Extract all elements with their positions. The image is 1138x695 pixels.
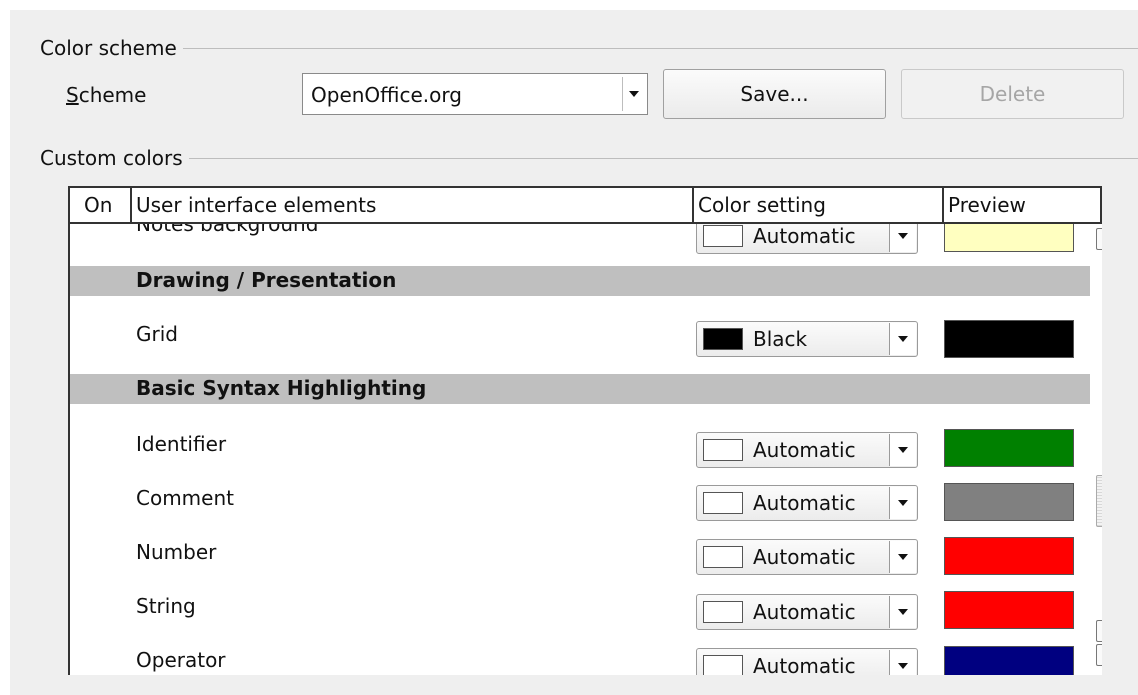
color-scheme-group-title: Color scheme [40, 36, 183, 60]
color-dropdown-button[interactable] [889, 434, 916, 466]
color-swatch [703, 225, 743, 247]
color-dropdown-button[interactable] [889, 541, 916, 573]
color-setting-operator[interactable]: Automatic [696, 648, 918, 675]
column-header-ui-elements[interactable]: User interface elements [132, 188, 694, 222]
color-setting-grid[interactable]: Black [696, 321, 918, 357]
color-setting-comment[interactable]: Automatic [696, 485, 918, 521]
save-button[interactable]: Save... [663, 69, 886, 119]
chevron-down-icon [898, 500, 908, 506]
scroll-up-button[interactable] [1096, 228, 1102, 250]
chevron-down-icon [898, 663, 908, 669]
chevron-down-icon [898, 233, 908, 239]
row-label-identifier: Identifier [136, 432, 227, 456]
scroll-down-button[interactable] [1096, 644, 1102, 666]
color-setting-identifier[interactable]: Automatic [696, 432, 918, 468]
chevron-down-icon [898, 336, 908, 342]
section-title: Drawing / Presentation [136, 268, 397, 292]
chevron-down-icon [898, 554, 908, 560]
color-swatch [703, 546, 743, 568]
preview-string [944, 591, 1074, 629]
column-header-preview[interactable]: Preview [944, 188, 1102, 222]
preview-comment [944, 483, 1074, 521]
column-header-color-setting[interactable]: Color setting [694, 188, 944, 222]
color-swatch [703, 328, 743, 350]
custom-colors-rows: Notes background Automatic Drawing / Pre… [70, 186, 1090, 675]
color-dropdown-button[interactable] [889, 323, 916, 355]
row-label-comment: Comment [136, 486, 234, 510]
color-dropdown-button[interactable] [889, 596, 916, 628]
preview-grid [944, 320, 1074, 358]
table-header: On User interface elements Color setting… [70, 186, 1102, 224]
chevron-down-icon [898, 447, 908, 453]
color-dropdown-button[interactable] [889, 487, 916, 519]
color-dropdown-button[interactable] [889, 650, 916, 675]
color-scheme-separator [40, 48, 1138, 49]
row-label-string: String [136, 594, 196, 618]
section-title: Basic Syntax Highlighting [136, 376, 427, 400]
preview-number [944, 537, 1074, 575]
custom-colors-table: Notes background Automatic Drawing / Pre… [68, 186, 1102, 675]
color-swatch [703, 601, 743, 623]
custom-colors-separator [40, 158, 1138, 159]
color-setting-value: Automatic [753, 600, 856, 624]
section-basic-syntax-highlighting: Basic Syntax Highlighting [70, 374, 1090, 404]
chevron-down-icon [898, 609, 908, 615]
delete-button-label: Delete [979, 82, 1046, 106]
color-swatch [703, 655, 743, 675]
scheme-label-text: cheme [78, 83, 147, 107]
scheme-label: Scheme [66, 83, 147, 107]
scrollbar-thumb[interactable] [1096, 475, 1102, 527]
color-setting-value: Automatic [753, 224, 856, 248]
color-setting-number[interactable]: Automatic [696, 539, 918, 575]
section-drawing-presentation: Drawing / Presentation [70, 266, 1090, 296]
color-swatch [703, 492, 743, 514]
row-label-number: Number [136, 540, 217, 564]
color-dropdown-button[interactable] [889, 220, 916, 252]
color-swatch [703, 439, 743, 461]
color-setting-value: Black [753, 327, 808, 351]
scheme-select-value: OpenOffice.org [311, 83, 462, 107]
scroll-up-button-lower[interactable] [1096, 620, 1102, 642]
preview-operator [944, 646, 1074, 675]
column-header-on[interactable]: On [70, 188, 132, 222]
save-button-label: Save... [740, 82, 809, 106]
color-setting-string[interactable]: Automatic [696, 594, 918, 630]
preview-identifier [944, 429, 1074, 467]
row-label-operator: Operator [136, 648, 226, 672]
scheme-dropdown-button[interactable] [622, 77, 645, 111]
color-setting-value: Automatic [753, 654, 856, 675]
color-setting-value: Automatic [753, 438, 856, 462]
scheme-select[interactable]: OpenOffice.org [302, 73, 648, 115]
row-label-grid: Grid [136, 322, 178, 346]
delete-button[interactable]: Delete [901, 69, 1124, 119]
color-setting-value: Automatic [753, 545, 856, 569]
custom-colors-group-title: Custom colors [40, 146, 189, 170]
color-setting-value: Automatic [753, 491, 856, 515]
chevron-down-icon [629, 91, 639, 97]
